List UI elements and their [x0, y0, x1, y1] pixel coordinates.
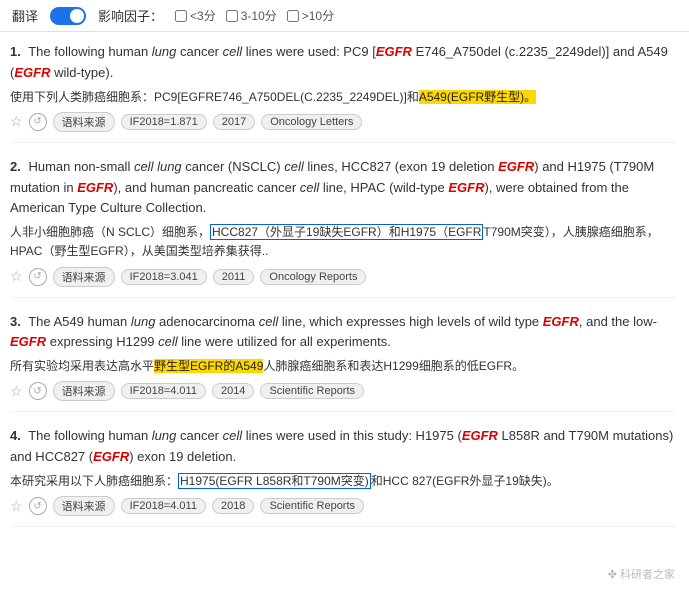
- results-list: 1. The following human lung cancer cell …: [0, 32, 689, 551]
- circle-icon-1[interactable]: ↺: [29, 113, 47, 131]
- filter-gt10-checkbox[interactable]: [287, 10, 299, 22]
- tag-journal-3[interactable]: Scientific Reports: [260, 383, 364, 399]
- tag-journal-2[interactable]: Oncology Reports: [260, 269, 366, 285]
- tag-if-1[interactable]: IF2018=1.871: [121, 114, 207, 130]
- circle-icon-3[interactable]: ↺: [29, 382, 47, 400]
- tag-if-4[interactable]: IF2018=4.011: [121, 498, 206, 514]
- egfr-1b: EGFR: [14, 65, 50, 80]
- cell-lung-2: cell lung: [134, 159, 182, 174]
- result-3-number: 3.: [10, 314, 21, 329]
- result-2-en: 2. Human non-small cell lung cancer (NSC…: [10, 157, 675, 219]
- result-2-cn: 人非小细胞肺癌（N SCLC）细胞系，HCC827（外显子19缺失EGFR）和H…: [10, 223, 675, 261]
- egfr-4b: EGFR: [93, 449, 129, 464]
- egfr-3a: EGFR: [543, 314, 579, 329]
- egfr-1a: EGFR: [376, 44, 412, 59]
- result-2-number: 2.: [10, 159, 21, 174]
- tag-journal-4[interactable]: Scientific Reports: [260, 498, 364, 514]
- result-3-en: 3. The A549 human lung adenocarcinoma ce…: [10, 312, 675, 354]
- result-item-3: 3. The A549 human lung adenocarcinoma ce…: [10, 312, 675, 413]
- filter-lt3-checkbox[interactable]: [175, 10, 187, 22]
- result-1-cn: 使用下列人类肺癌细胞系：PC9[EGFRE746_A750DEL(C.2235_…: [10, 88, 675, 107]
- filter-group: <3分 3-10分 >10分: [175, 7, 334, 24]
- result-4-en: 4. The following human lung cancer cell …: [10, 426, 675, 468]
- star-icon-3[interactable]: ☆: [10, 383, 23, 400]
- result-3-cn: 所有实验均采用表达高水平野生型EGFR的A549人肺腺癌细胞系和表达H1299细…: [10, 357, 675, 376]
- cn-highlight-2: HCC827（外显子19缺失EGFR）和H1975（EGFR: [210, 224, 483, 240]
- star-icon-1[interactable]: ☆: [10, 113, 23, 130]
- toggle-knob: [70, 9, 84, 23]
- filter-3-10-label: 3-10分: [241, 7, 277, 24]
- tag-source-2[interactable]: 语料来源: [53, 267, 115, 287]
- filter-lt3[interactable]: <3分: [175, 7, 216, 24]
- result-4-tags: ☆ ↺ 语料来源 IF2018=4.011 2018 Scientific Re…: [10, 496, 675, 516]
- cell-3a: cell: [259, 314, 279, 329]
- egfr-2a: EGFR: [498, 159, 534, 174]
- tag-year-4[interactable]: 2018: [212, 498, 254, 514]
- cell-2b: cell: [300, 180, 320, 195]
- star-icon-4[interactable]: ☆: [10, 498, 23, 515]
- result-1-number: 1.: [10, 44, 21, 59]
- egfr-2b: EGFR: [77, 180, 113, 195]
- lung-3: lung: [131, 314, 156, 329]
- egfr-4a: EGFR: [462, 428, 498, 443]
- cell-1a: cell: [223, 44, 243, 59]
- tag-if-2[interactable]: IF2018=3.041: [121, 269, 207, 285]
- influence-label: 影响因子：: [98, 6, 163, 25]
- watermark: ✤ 科研者之家: [608, 566, 675, 582]
- tag-journal-1[interactable]: Oncology Letters: [261, 114, 362, 130]
- tag-year-3[interactable]: 2014: [212, 383, 254, 399]
- cell-2a: cell: [284, 159, 304, 174]
- tag-year-1[interactable]: 2017: [213, 114, 255, 130]
- top-bar: 翻译 影响因子： <3分 3-10分 >10分: [0, 0, 689, 32]
- result-1-en: 1. The following human lung cancer cell …: [10, 42, 675, 84]
- lung-1: lung: [152, 44, 177, 59]
- circle-icon-4[interactable]: ↺: [29, 497, 47, 515]
- result-1-tags: ☆ ↺ 语料来源 IF2018=1.871 2017 Oncology Lett…: [10, 112, 675, 132]
- filter-gt10[interactable]: >10分: [287, 7, 334, 24]
- egfr-2c: EGFR: [448, 180, 484, 195]
- circle-icon-2[interactable]: ↺: [29, 268, 47, 286]
- cn-highlight-3: 野生型EGFR的A549: [154, 359, 263, 373]
- tag-source-3[interactable]: 语料来源: [53, 381, 115, 401]
- cn-highlight-1: A549(EGFR野生型)。: [419, 90, 536, 104]
- result-4-number: 4.: [10, 428, 21, 443]
- star-icon-2[interactable]: ☆: [10, 268, 23, 285]
- egfr-3b: EGFR: [10, 334, 46, 349]
- translate-label: 翻译: [12, 6, 38, 25]
- result-item-4: 4. The following human lung cancer cell …: [10, 426, 675, 527]
- tag-source-4[interactable]: 语料来源: [53, 496, 115, 516]
- filter-3-10[interactable]: 3-10分: [226, 7, 277, 24]
- result-item-2: 2. Human non-small cell lung cancer (NSC…: [10, 157, 675, 298]
- result-item-1: 1. The following human lung cancer cell …: [10, 42, 675, 143]
- tag-if-3[interactable]: IF2018=4.011: [121, 383, 206, 399]
- filter-gt10-label: >10分: [302, 7, 334, 24]
- tag-source-1[interactable]: 语料来源: [53, 112, 115, 132]
- result-2-tags: ☆ ↺ 语料来源 IF2018=3.041 2011 Oncology Repo…: [10, 267, 675, 287]
- translate-toggle[interactable]: [50, 7, 86, 25]
- cell-4a: cell: [223, 428, 243, 443]
- result-3-tags: ☆ ↺ 语料来源 IF2018=4.011 2014 Scientific Re…: [10, 381, 675, 401]
- filter-3-10-checkbox[interactable]: [226, 10, 238, 22]
- lung-4: lung: [152, 428, 177, 443]
- cell-3b: cell: [158, 334, 178, 349]
- result-4-cn: 本研究采用以下人肺癌细胞系：H1975(EGFR L858R和T790M突变)和…: [10, 472, 675, 491]
- cn-highlight-4: H1975(EGFR L858R和T790M突变): [178, 473, 371, 489]
- tag-year-2[interactable]: 2011: [213, 269, 255, 285]
- filter-lt3-label: <3分: [190, 7, 216, 24]
